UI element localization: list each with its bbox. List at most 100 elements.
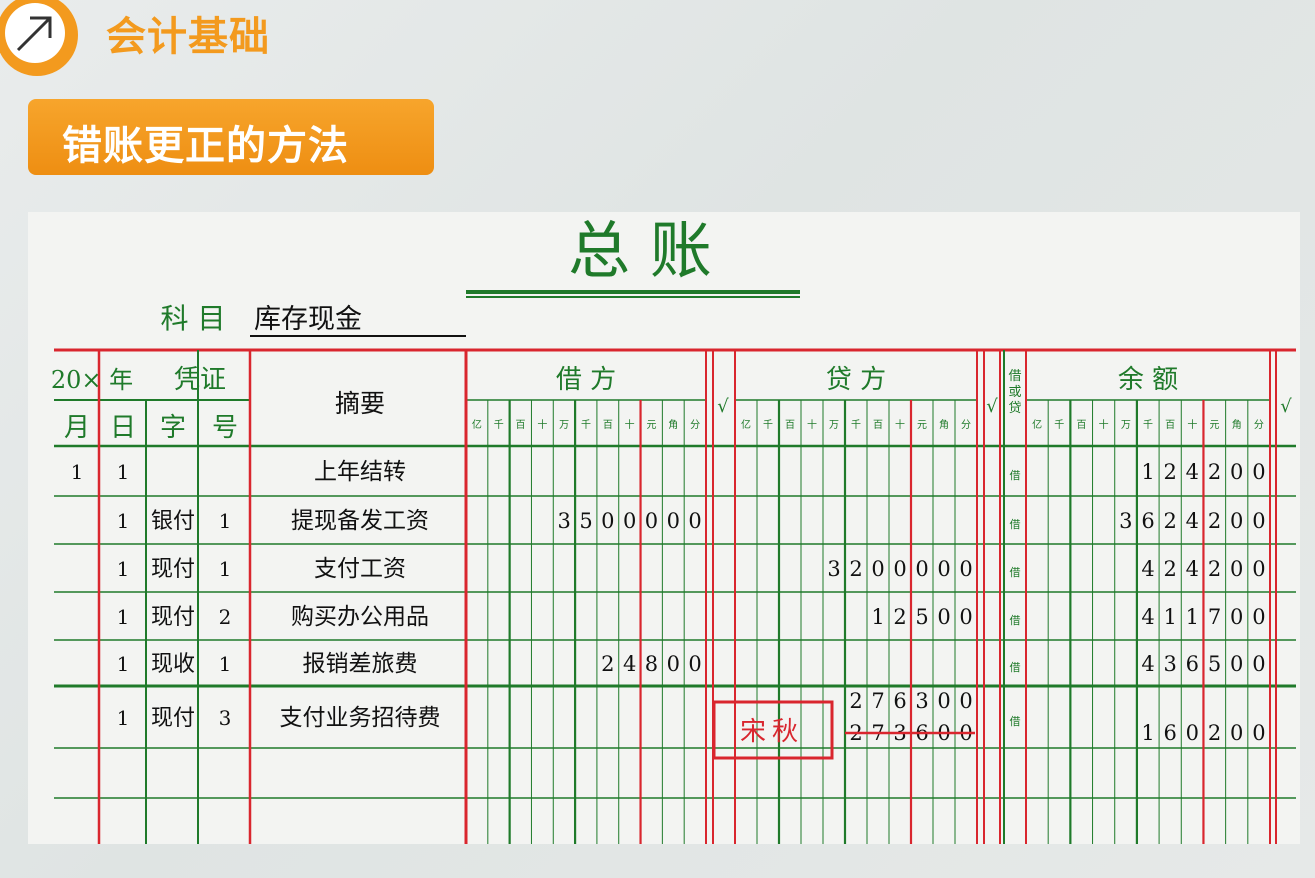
row-voucher-type: 现付 [151, 706, 195, 731]
header-check: √ [1280, 396, 1292, 417]
digit-unit-label: 万 [1121, 420, 1131, 431]
balance-amount-digit: 0 [1252, 509, 1265, 533]
credit-amount-digit: 3 [827, 557, 840, 581]
header-check: √ [986, 396, 998, 417]
digit-unit-label: 百 [873, 419, 883, 431]
row-summary: 购买办公用品 [291, 604, 429, 630]
digit-unit-label: 角 [939, 419, 949, 431]
digit-unit-label: 十 [895, 418, 905, 431]
header-balance: 余 额 [1118, 365, 1178, 395]
digit-unit-label: 十 [537, 418, 547, 431]
balance-amount-digit: 0 [1230, 721, 1243, 745]
row-summary: 报销差旅费 [303, 651, 418, 677]
digit-unit-label: 千 [581, 419, 591, 431]
digit-unit-label: 角 [668, 419, 678, 431]
credit-amount-digit: 0 [937, 605, 950, 629]
row-day: 1 [117, 509, 130, 533]
header-voucher-type: 字 [160, 413, 186, 443]
header-year: 20× 年 [51, 366, 133, 394]
row-direction: 借 [1010, 614, 1021, 627]
row-direction: 借 [1010, 715, 1021, 728]
row-month: 1 [71, 460, 84, 484]
credit-amount-digit: 0 [915, 557, 928, 581]
credit-correction-digit: 2 [849, 689, 862, 713]
row-summary: 提现备发工资 [291, 508, 429, 534]
row-voucher-no: 2 [219, 605, 232, 629]
balance-amount-digit: 3 [1119, 509, 1132, 533]
digit-unit-label: 十 [807, 418, 817, 431]
credit-amount-digit: 2 [849, 557, 862, 581]
diagonal-arrow-icon [16, 16, 52, 52]
debit-amount-digit: 4 [623, 652, 636, 676]
digit-unit-label: 十 [1099, 418, 1109, 431]
balance-amount-digit: 4 [1186, 460, 1199, 484]
credit-amount-digit: 0 [959, 557, 972, 581]
digit-unit-label: 千 [494, 419, 504, 431]
header-day: 日 [110, 413, 136, 443]
balance-amount-digit: 0 [1230, 557, 1243, 581]
credit-amount-digit: 2 [893, 605, 906, 629]
digit-unit-label: 分 [690, 419, 700, 431]
digit-unit-label: 元 [917, 420, 927, 431]
debit-amount-digit: 0 [688, 652, 701, 676]
ledger-panel: 总 账科 目库存现金亿千百十万千百十元角分亿千百十万千百十元角分亿千百十万千百十… [28, 212, 1300, 844]
credit-amount-digit: 0 [959, 605, 972, 629]
digit-unit-label: 亿 [741, 418, 751, 431]
header-voucher: 凭证 [174, 365, 226, 395]
digit-unit-label: 元 [1210, 420, 1220, 431]
digit-unit-label: 万 [559, 420, 569, 431]
row-day: 1 [117, 460, 130, 484]
balance-amount-digit: 0 [1186, 721, 1199, 745]
debit-amount-digit: 0 [645, 509, 658, 533]
row-voucher-no: 3 [219, 706, 232, 730]
balance-amount-digit: 2 [1208, 557, 1221, 581]
header-summary: 摘要 [335, 389, 385, 418]
debit-amount-digit: 0 [688, 509, 701, 533]
balance-amount-digit: 0 [1252, 460, 1265, 484]
balance-amount-digit: 0 [1230, 652, 1243, 676]
correction-stamp-text: 宋秋 [740, 717, 804, 747]
digit-unit-label: 十 [625, 418, 635, 431]
row-voucher-type: 现付 [151, 605, 195, 630]
balance-amount-digit: 0 [1252, 721, 1265, 745]
digit-unit-label: 亿 [472, 418, 482, 431]
balance-amount-digit: 2 [1208, 721, 1221, 745]
credit-amount-digit: 0 [893, 557, 906, 581]
credit-correction-digit: 0 [959, 689, 972, 713]
balance-amount-digit: 0 [1230, 605, 1243, 629]
balance-amount-digit: 5 [1208, 652, 1221, 676]
debit-amount-digit: 3 [557, 509, 570, 533]
balance-amount-digit: 2 [1208, 509, 1221, 533]
row-voucher-no: 1 [219, 557, 232, 581]
digit-unit-label: 百 [603, 419, 613, 431]
debit-amount-digit: 8 [645, 652, 658, 676]
row-summary: 支付业务招待费 [280, 705, 441, 731]
section-title: 错账更正的方法 [62, 123, 349, 169]
general-ledger: 总 账科 目库存现金亿千百十万千百十元角分亿千百十万千百十元角分亿千百十万千百十… [51, 214, 1296, 844]
credit-correction-digit: 0 [937, 689, 950, 713]
credit-amount-digit: 0 [937, 557, 950, 581]
credit-correction-digit: 3 [915, 689, 928, 713]
row-voucher-type: 银付 [151, 509, 195, 534]
digit-unit-label: 分 [1254, 419, 1264, 431]
digit-unit-label: 百 [1165, 419, 1175, 431]
balance-amount-digit: 2 [1208, 460, 1221, 484]
subject-label: 科 目 [161, 302, 226, 335]
balance-amount-digit: 2 [1163, 557, 1176, 581]
row-day: 1 [117, 557, 130, 581]
credit-amount-digit: 1 [871, 605, 884, 629]
credit-amount-digit: 5 [915, 605, 928, 629]
logo-badge [0, 0, 78, 76]
balance-amount-digit: 0 [1252, 605, 1265, 629]
subject-value: 库存现金 [254, 304, 362, 335]
header-voucher-no: 号 [212, 413, 238, 443]
balance-amount-digit: 0 [1230, 460, 1243, 484]
balance-amount-digit: 1 [1141, 460, 1154, 484]
balance-amount-digit: 4 [1141, 605, 1154, 629]
balance-amount-digit: 2 [1163, 460, 1176, 484]
balance-amount-digit: 1 [1141, 721, 1154, 745]
balance-amount-digit: 3 [1163, 652, 1176, 676]
digit-unit-label: 千 [763, 419, 773, 431]
row-voucher-type: 现收 [151, 652, 195, 677]
header-check: √ [717, 396, 729, 417]
